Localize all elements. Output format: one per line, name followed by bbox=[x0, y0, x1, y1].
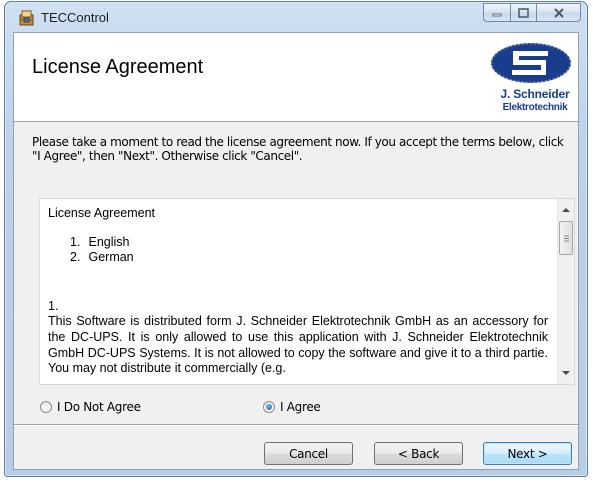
header-banner: License Agreement J. Schneider Elektrote… bbox=[14, 33, 578, 122]
close-icon bbox=[553, 7, 564, 18]
logo-text-name: J. Schneider bbox=[500, 87, 570, 101]
title-bar[interactable]: TECControl bbox=[5, 2, 587, 32]
footer-separator bbox=[14, 424, 578, 426]
radio-button-agree[interactable] bbox=[263, 401, 275, 413]
installer-app-icon bbox=[19, 10, 34, 26]
scroll-up-arrow-icon[interactable] bbox=[562, 206, 570, 214]
radio-label-do-not-agree: I Do Not Agree bbox=[57, 400, 141, 414]
license-heading: License Agreement bbox=[48, 206, 156, 220]
logo-text-subtitle: Elektrotechnik bbox=[502, 102, 568, 113]
window-title: TECControl bbox=[41, 10, 109, 25]
radio-do-not-agree[interactable]: I Do Not Agree bbox=[40, 400, 141, 414]
scrollbar-thumb[interactable] bbox=[559, 221, 573, 255]
language-list: 1. English 2. German bbox=[70, 235, 548, 266]
license-text-box[interactable]: License Agreement 1. English 2. German 1… bbox=[39, 198, 575, 385]
list-item: 1. English bbox=[70, 234, 130, 249]
instruction-text: Please take a moment to read the license… bbox=[32, 135, 564, 163]
grip-icon bbox=[564, 235, 569, 242]
window-controls bbox=[483, 3, 581, 23]
list-item: 2. German bbox=[70, 250, 134, 265]
installer-window: TECControl License Agreement J. Schneide… bbox=[4, 1, 588, 477]
back-button[interactable]: < Back bbox=[374, 442, 463, 465]
minimize-icon bbox=[492, 13, 502, 16]
maximize-button[interactable] bbox=[510, 3, 536, 22]
scroll-down-arrow-icon[interactable] bbox=[562, 369, 570, 377]
next-button[interactable]: Next > bbox=[483, 442, 572, 465]
minimize-button[interactable] bbox=[483, 3, 510, 22]
vertical-scrollbar[interactable] bbox=[557, 199, 574, 384]
cancel-button[interactable]: Cancel bbox=[264, 442, 353, 465]
maximize-icon bbox=[518, 7, 529, 18]
section-number: 1. bbox=[48, 298, 59, 313]
close-button[interactable] bbox=[536, 3, 581, 22]
page-title: License Agreement bbox=[32, 56, 204, 78]
radio-agree[interactable]: I Agree bbox=[263, 400, 321, 414]
license-body-text: This Software is distributed form J. Sch… bbox=[48, 314, 548, 376]
dialog-client-area: License Agreement J. Schneider Elektrote… bbox=[13, 32, 579, 470]
radio-button-do-not-agree[interactable] bbox=[40, 401, 52, 413]
license-content: License Agreement 1. English 2. German 1… bbox=[48, 206, 548, 377]
radio-label-agree: I Agree bbox=[280, 400, 321, 414]
